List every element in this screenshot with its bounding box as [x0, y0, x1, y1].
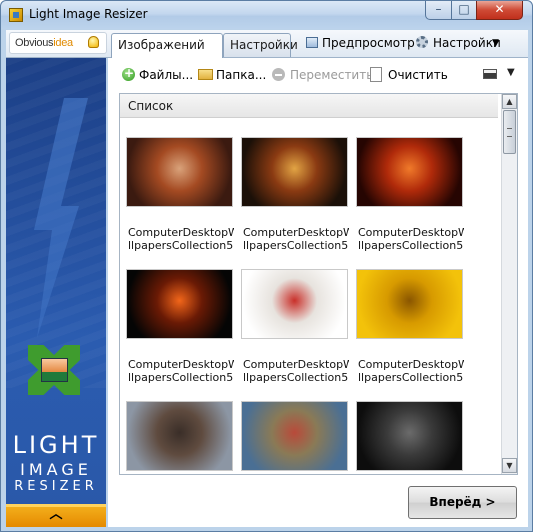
add-folder-button[interactable]: Папка... — [216, 68, 266, 82]
remove-icon — [272, 68, 285, 81]
minimize-button[interactable]: – — [425, 1, 452, 20]
tab-settings[interactable]: Настройки — [223, 33, 298, 57]
caption-line-1: ComputerDesktopWa — [358, 226, 464, 239]
view-mode-icon[interactable] — [483, 69, 497, 79]
thumbnail-caption: ComputerDesktopWa llpapersCollection5... — [243, 226, 349, 252]
caption-line-2: llpapersCollection5... — [128, 239, 234, 252]
list-item[interactable]: ComputerDesktopWa llpapersCollection5... — [126, 137, 234, 257]
forward-button[interactable]: Вперёд > — [408, 486, 517, 519]
caption-line-1: ComputerDesktopWa — [243, 358, 349, 371]
thumbnail-image — [356, 269, 463, 339]
add-files-button[interactable]: Файлы... — [139, 68, 193, 82]
caption-line-1: ComputerDesktopWa — [243, 226, 349, 239]
tab-images[interactable]: Изображений [69] — [111, 33, 223, 74]
thumbnail-image — [126, 401, 233, 471]
main-panel: Файлы... Папка... Переместить Очистить ▼… — [108, 58, 528, 527]
title-bar[interactable]: Light Image Resizer – □ ✕ — [1, 1, 532, 29]
scroll-up-button[interactable]: ▲ — [502, 94, 517, 109]
list-item[interactable] — [241, 401, 348, 474]
thumbnail-image — [241, 401, 348, 471]
collapse-highlight — [6, 504, 106, 507]
gear-icon — [416, 36, 428, 48]
sidebar-banner: LIGHT IMAGE RESIZER ︿ — [6, 58, 106, 527]
caption-line-2: llpapersCollection5... — [358, 371, 464, 384]
brand-text-light: LIGHT — [12, 431, 100, 459]
logo-suffix: idea — [53, 37, 73, 49]
chevron-down-icon[interactable]: ▼ — [492, 38, 499, 48]
caption-line-1: ComputerDesktopWa — [358, 358, 464, 371]
caption-line-2: llpapersCollection5... — [358, 239, 464, 252]
list-item[interactable]: ComputerDesktopWa llpapersCollection5... — [356, 269, 464, 389]
caption-line-1: ComputerDesktopWa — [128, 226, 234, 239]
app-window: Light Image Resizer – □ ✕ Obviousidea Из… — [0, 0, 533, 532]
scroll-down-button[interactable]: ▼ — [502, 458, 517, 473]
settings-menu-button[interactable]: Настройки — [433, 36, 501, 50]
logo-prefix: Obvious — [15, 37, 54, 49]
thumbnail-image — [126, 269, 233, 339]
image-list[interactable]: Список ComputerDesktopWa llpapersCollecti… — [119, 93, 518, 475]
photo-icon — [41, 358, 68, 382]
list-item[interactable] — [126, 401, 233, 474]
add-icon — [122, 66, 135, 81]
thumbnail-caption: ComputerDesktopWa llpapersCollection5... — [358, 226, 464, 252]
scroll-thumb[interactable] — [503, 110, 516, 154]
preview-icon — [306, 37, 318, 48]
list-item[interactable]: ComputerDesktopWa llpapersCollection5... — [126, 269, 234, 389]
tab-strip: Obviousidea Изображений [69] Настройки П… — [6, 30, 528, 74]
toolbar: Файлы... Папка... Переместить Очистить ▼ — [108, 58, 528, 90]
list-item[interactable]: ComputerDesktopWa llpapersCollection5... — [241, 269, 349, 389]
chevron-up-icon: ︿ — [49, 507, 63, 522]
caption-line-1: ComputerDesktopWa — [128, 358, 234, 371]
thumbnail-caption: ComputerDesktopWa llpapersCollection5... — [358, 358, 464, 384]
brand-text-image: IMAGE — [20, 460, 92, 479]
list-item[interactable] — [356, 401, 463, 474]
lightbulb-icon — [88, 36, 99, 48]
maximize-button[interactable]: □ — [451, 1, 477, 20]
preview-button[interactable]: Предпросмотр — [322, 36, 415, 50]
thumbnail-caption: ComputerDesktopWa llpapersCollection5... — [128, 358, 234, 384]
brand-text-resizer: RESIZER — [14, 479, 98, 494]
app-icon — [9, 8, 23, 22]
collapse-button[interactable]: ︿ — [6, 504, 106, 527]
thumbnail-caption: ComputerDesktopWa llpapersCollection5... — [128, 226, 234, 252]
close-button[interactable]: ✕ — [476, 1, 523, 20]
move-button[interactable]: Переместить — [290, 68, 373, 82]
thumbnail-caption: ComputerDesktopWa llpapersCollection5... — [243, 358, 349, 384]
view-dropdown-icon[interactable]: ▼ — [507, 67, 515, 78]
obviousidea-logo[interactable]: Obviousidea — [9, 32, 107, 54]
thumbnail-image — [126, 137, 233, 207]
list-header[interactable]: Список — [120, 94, 498, 118]
folder-icon — [198, 69, 213, 80]
thumbnail-image — [241, 269, 348, 339]
logo-text: Obviousidea — [15, 37, 73, 49]
list-item[interactable]: ComputerDesktopWa llpapersCollection5... — [356, 137, 464, 257]
thumbnail-image — [356, 137, 463, 207]
vertical-scrollbar[interactable]: ▲ ▼ — [501, 94, 517, 474]
thumbnail-image — [356, 401, 463, 471]
caption-line-2: llpapersCollection5... — [243, 239, 349, 252]
caption-line-2: llpapersCollection5... — [243, 371, 349, 384]
clear-icon — [370, 67, 382, 82]
caption-line-2: llpapersCollection5... — [128, 371, 234, 384]
clear-button[interactable]: Очистить — [388, 68, 448, 82]
list-item[interactable]: ComputerDesktopWa llpapersCollection5... — [241, 137, 349, 257]
thumbnail-image — [241, 137, 348, 207]
window-title: Light Image Resizer — [29, 7, 148, 21]
